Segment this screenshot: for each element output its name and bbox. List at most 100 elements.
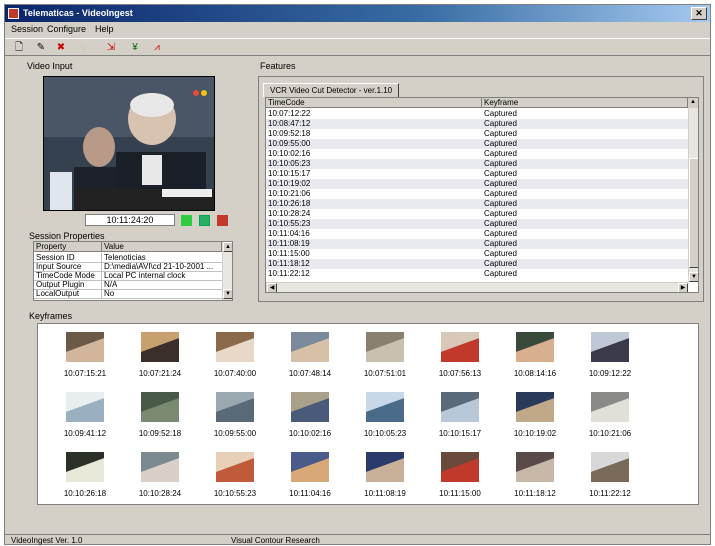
keyframe-item[interactable]: 10:10:05:23 — [350, 392, 420, 442]
keyframe-thumbnail[interactable] — [441, 452, 479, 482]
horizontal-scrollbar[interactable]: ◀ ▶ — [266, 282, 688, 292]
menu-configure[interactable]: Configure — [47, 24, 86, 34]
keyframe-thumbnail[interactable] — [366, 332, 404, 362]
vertical-scrollbar[interactable]: ▲ ▼ — [222, 242, 232, 300]
keyframe-item[interactable]: 10:07:15:21 — [50, 332, 120, 382]
export-icon[interactable]: ⇲ — [103, 40, 119, 55]
window-title: Telematicas - VideoIngest — [23, 8, 133, 18]
video-preview — [43, 76, 215, 211]
keyframe-timecode: 10:09:52:18 — [138, 429, 182, 438]
keyframe-item[interactable]: 10:11:18:12 — [500, 452, 570, 502]
keyframe-thumbnail[interactable] — [66, 452, 104, 482]
scroll-down-icon[interactable]: ▼ — [223, 289, 232, 299]
keyframe-item[interactable]: 10:10:21:06 — [575, 392, 645, 442]
features-grid: TimeCode Keyframe ▲ 10:07:12:22 Captured 1… — [265, 97, 699, 293]
keyframe-item[interactable]: 10:08:14:16 — [500, 332, 570, 382]
keyframe-item[interactable]: 10:07:48:14 — [275, 332, 345, 382]
keyframe-thumbnail[interactable] — [216, 452, 254, 482]
keyframe-item[interactable]: 10:10:26:18 — [50, 452, 120, 502]
stop-icon[interactable]: ◌ — [75, 40, 91, 55]
keyframe-item[interactable]: 10:07:40:00 — [200, 332, 270, 382]
keyframe-thumbnail[interactable] — [141, 452, 179, 482]
property-name-cell[interactable]: LocalOutput — [34, 289, 102, 299]
keyframe-item[interactable]: 10:09:41:12 — [50, 392, 120, 442]
keyframe-item[interactable]: 10:10:15:17 — [425, 392, 495, 442]
chart-icon[interactable]: ⩘ — [149, 40, 165, 55]
new-icon[interactable]: 🗋 — [11, 40, 27, 55]
keyframe-thumbnail[interactable] — [291, 392, 329, 422]
keyframe-item[interactable]: 10:09:55:00 — [200, 392, 270, 442]
column-header[interactable]: Keyframe — [482, 98, 688, 108]
scroll-up-icon[interactable]: ▲ — [223, 242, 232, 252]
keyframe-timecode: 10:07:40:00 — [213, 369, 257, 378]
keyframe-thumbnail[interactable] — [516, 332, 554, 362]
keyframe-thumbnail[interactable] — [366, 392, 404, 422]
menu-help[interactable]: Help — [95, 24, 114, 34]
keyframe-item[interactable]: 10:09:12:22 — [575, 332, 645, 382]
keyframe-item[interactable]: 10:07:56:13 — [425, 332, 495, 382]
keyframe-timecode: 10:07:51:01 — [363, 369, 407, 378]
close-button[interactable]: ✕ — [691, 7, 707, 20]
keyframe-thumbnail[interactable] — [66, 392, 104, 422]
keyframe-status-cell: Captured — [484, 149, 517, 158]
keyframe-thumbnail[interactable] — [66, 332, 104, 362]
keyframe-thumbnail[interactable] — [141, 332, 179, 362]
keyframe-thumbnail[interactable] — [216, 332, 254, 362]
property-value-cell[interactable]: No — [102, 289, 222, 299]
keyframe-item[interactable]: 10:07:51:01 — [350, 332, 420, 382]
keyframe-status-cell: Captured — [484, 189, 517, 198]
keyframe-thumbnail[interactable] — [291, 332, 329, 362]
menu-session[interactable]: Session — [11, 24, 43, 34]
stop-button-icon[interactable] — [217, 215, 228, 226]
keyframe-timecode: 10:10:26:18 — [63, 489, 107, 498]
keyframe-item[interactable]: 10:10:28:24 — [125, 452, 195, 502]
timecode-cell: 10:09:52:18 — [268, 129, 311, 138]
scroll-left-icon[interactable]: ◀ — [267, 283, 277, 292]
keyframes-panel: 10:07:15:21 10:07:21:24 10:07:40:00 10:07:4… — [37, 323, 699, 505]
features-label: Features — [260, 61, 296, 71]
tree-icon[interactable]: ¥ — [127, 40, 143, 55]
keyframe-item[interactable]: 10:11:04:16 — [275, 452, 345, 502]
timecode-cell: 10:11:04:16 — [268, 229, 310, 238]
keyframe-thumbnail[interactable] — [516, 392, 554, 422]
keyframe-thumbnail[interactable] — [591, 452, 629, 482]
tab-vcr-cut-detector[interactable]: VCR Video Cut Detector - ver.1.10 — [263, 83, 400, 97]
keyframe-timecode: 10:07:21:24 — [138, 369, 182, 378]
scroll-right-icon[interactable]: ▶ — [678, 283, 688, 292]
keyframe-item[interactable]: 10:07:21:24 — [125, 332, 195, 382]
keyframe-status-cell: Captured — [484, 109, 517, 118]
title-bar: Telematicas - VideoIngest ✕ — [5, 5, 710, 22]
keyframe-thumbnail[interactable] — [591, 332, 629, 362]
keyframe-thumbnail[interactable] — [291, 452, 329, 482]
keyframes-label: Keyframes — [29, 311, 73, 321]
delete-icon[interactable]: ✖ — [53, 40, 69, 55]
main-window: Telematicas - VideoIngest ✕ Session Conf… — [4, 4, 711, 545]
keyframe-item[interactable]: 10:11:22:12 — [575, 452, 645, 502]
keyframe-item[interactable]: 10:10:55:23 — [200, 452, 270, 502]
keyframe-status-cell: Captured — [484, 199, 517, 208]
keyframe-thumbnail[interactable] — [141, 392, 179, 422]
keyframe-timecode: 10:09:12:22 — [588, 369, 632, 378]
keyframe-status-cell: Captured — [484, 259, 517, 268]
column-header[interactable]: Value — [102, 242, 222, 252]
record-icon[interactable] — [199, 215, 210, 226]
keyframe-thumbnail[interactable] — [366, 452, 404, 482]
scroll-thumb[interactable] — [689, 158, 698, 268]
scroll-down-icon[interactable]: ▼ — [689, 272, 698, 282]
keyframe-thumbnail[interactable] — [441, 332, 479, 362]
keyframe-thumbnail[interactable] — [441, 392, 479, 422]
keyframe-item[interactable]: 10:11:15:00 — [425, 452, 495, 502]
keyframe-item[interactable]: 10:09:52:18 — [125, 392, 195, 442]
keyframe-thumbnail[interactable] — [516, 452, 554, 482]
keyframe-thumbnail[interactable] — [216, 392, 254, 422]
column-header[interactable]: Property — [34, 242, 102, 252]
keyframe-item[interactable]: 10:11:08:19 — [350, 452, 420, 502]
keyframe-item[interactable]: 10:10:02:16 — [275, 392, 345, 442]
keyframe-item[interactable]: 10:10:19:02 — [500, 392, 570, 442]
play-icon[interactable] — [181, 215, 192, 226]
keyframe-timecode: 10:10:19:02 — [513, 429, 557, 438]
open-icon[interactable]: ✎ — [33, 40, 49, 55]
column-header[interactable]: TimeCode — [266, 98, 482, 108]
vertical-scrollbar[interactable]: ▼ — [688, 108, 698, 282]
keyframe-thumbnail[interactable] — [591, 392, 629, 422]
